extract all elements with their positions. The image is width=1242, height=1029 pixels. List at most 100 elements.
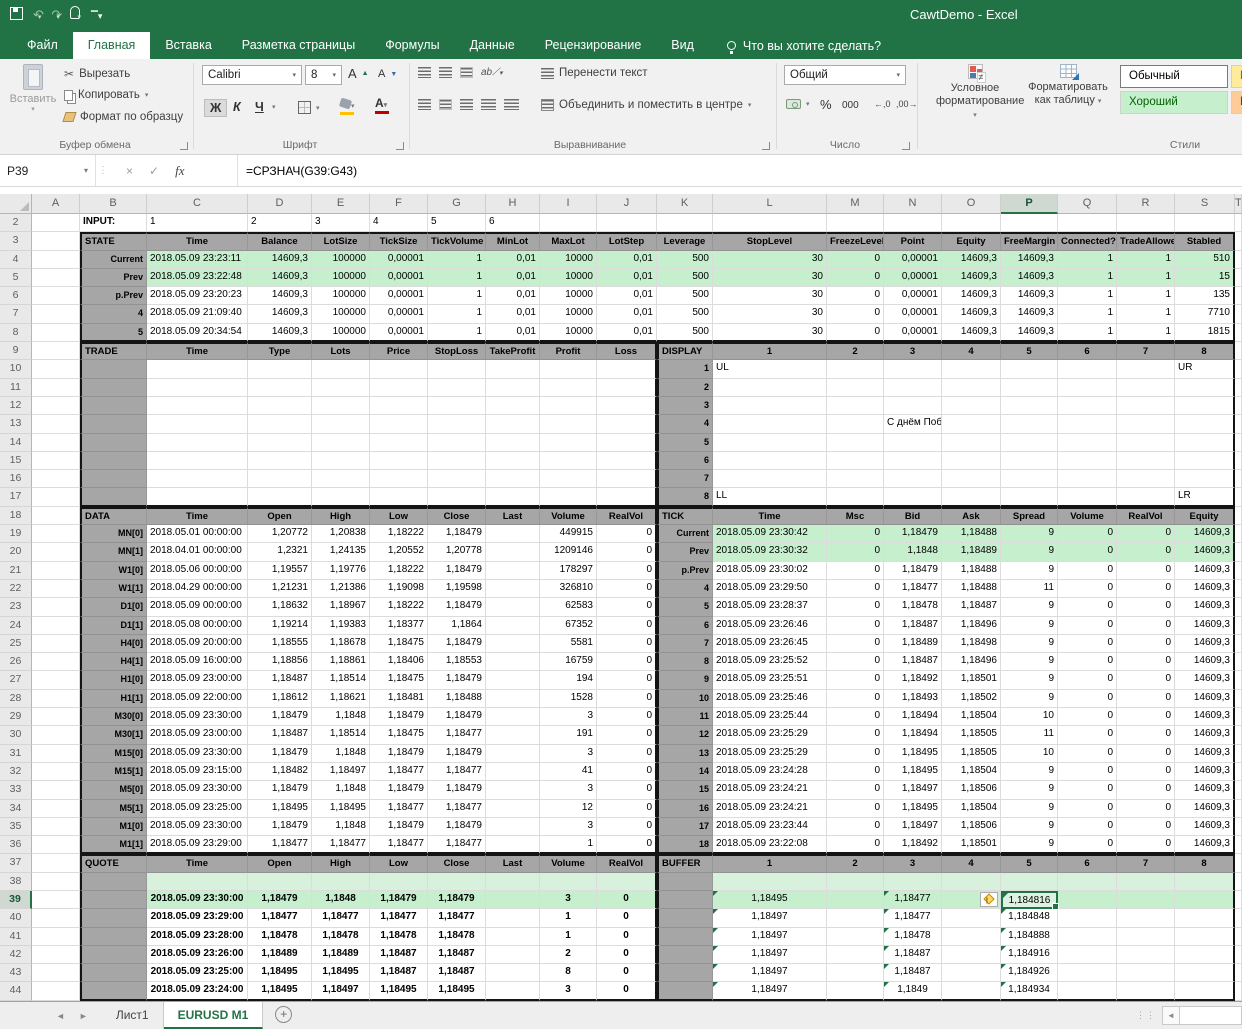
sheet-tab-EURUSD M1[interactable]: EURUSD M1: [164, 1002, 264, 1029]
cell-I35[interactable]: 3: [540, 818, 597, 836]
cell-I3[interactable]: MaxLot: [540, 232, 597, 250]
cell-I5[interactable]: 10000: [540, 269, 597, 287]
row-header-25[interactable]: 25: [0, 635, 32, 653]
cell-O37[interactable]: 4: [942, 854, 1001, 872]
cell-R31[interactable]: 0: [1117, 745, 1175, 763]
cell-S25[interactable]: 14609,3: [1175, 635, 1235, 653]
cell-A5[interactable]: [32, 269, 80, 287]
cell-O6[interactable]: 14609,3: [942, 287, 1001, 305]
cell-H13[interactable]: [486, 415, 540, 433]
cancel-icon[interactable]: ×: [126, 164, 133, 178]
cell-J31[interactable]: 0: [597, 745, 657, 763]
cell-O21[interactable]: 1,18488: [942, 562, 1001, 580]
cell-L16[interactable]: [713, 470, 827, 488]
cell-E21[interactable]: 1,19776: [312, 562, 370, 580]
cell-T22[interactable]: [1235, 580, 1242, 598]
row-header-29[interactable]: 29: [0, 708, 32, 726]
cell-B2[interactable]: INPUT:: [80, 214, 147, 232]
cell-D4[interactable]: 14609,3: [248, 251, 312, 269]
cell-G6[interactable]: 1: [428, 287, 486, 305]
save-icon[interactable]: [10, 5, 23, 27]
cell-F35[interactable]: 1,18479: [370, 818, 428, 836]
cell-I23[interactable]: 62583: [540, 598, 597, 616]
col-header-L[interactable]: L: [713, 194, 827, 214]
cell-C42[interactable]: 2018.05.09 23:26:00: [147, 946, 248, 964]
cell-T10[interactable]: [1235, 360, 1242, 378]
cell-J32[interactable]: 0: [597, 763, 657, 781]
cell-J36[interactable]: 0: [597, 836, 657, 854]
cell-S16[interactable]: [1175, 470, 1235, 488]
cell-D19[interactable]: 1,20772: [248, 525, 312, 543]
cell-I30[interactable]: 191: [540, 726, 597, 744]
cell-E35[interactable]: 1,1848: [312, 818, 370, 836]
cell-O34[interactable]: 1,18504: [942, 800, 1001, 818]
col-header-T[interactable]: T: [1235, 194, 1242, 214]
cell-L44[interactable]: 1,18497: [713, 982, 827, 1000]
cell-E27[interactable]: 1,18514: [312, 671, 370, 689]
select-all-corner[interactable]: [0, 194, 32, 214]
cell-G18[interactable]: Close: [428, 507, 486, 525]
increase-decimal-button[interactable]: ←,0: [874, 99, 891, 109]
cell-N41[interactable]: 1,18478: [884, 928, 942, 946]
cell-G28[interactable]: 1,18488: [428, 690, 486, 708]
cell-E43[interactable]: 1,18495: [312, 964, 370, 982]
cell-Q3[interactable]: Connected?: [1058, 232, 1117, 250]
cell-T42[interactable]: [1235, 946, 1242, 964]
cell-K8[interactable]: 500: [657, 324, 713, 342]
cell-R39[interactable]: [1117, 891, 1175, 909]
cell-A34[interactable]: [32, 800, 80, 818]
cell-K16[interactable]: 7: [657, 470, 713, 488]
cell-D8[interactable]: 14609,3: [248, 324, 312, 342]
undo-icon[interactable]: ↶▾: [33, 4, 41, 29]
row-header-24[interactable]: 24: [0, 617, 32, 635]
cell-R38[interactable]: [1117, 873, 1175, 891]
cell-B6[interactable]: p.Prev: [80, 287, 147, 305]
cell-Q25[interactable]: 0: [1058, 635, 1117, 653]
cell-K38[interactable]: [657, 873, 713, 891]
cell-E2[interactable]: 3: [312, 214, 370, 232]
row-header-30[interactable]: 30: [0, 726, 32, 744]
cell-C4[interactable]: 2018.05.09 23:23:11: [147, 251, 248, 269]
cell-H17[interactable]: [486, 488, 540, 506]
cell-G26[interactable]: 1,18553: [428, 653, 486, 671]
cell-P25[interactable]: 9: [1001, 635, 1058, 653]
cell-L14[interactable]: [713, 434, 827, 452]
cell-F2[interactable]: 4: [370, 214, 428, 232]
row-header-31[interactable]: 31: [0, 745, 32, 763]
cell-K41[interactable]: [657, 928, 713, 946]
cell-K3[interactable]: Leverage: [657, 232, 713, 250]
cell-R24[interactable]: 0: [1117, 617, 1175, 635]
cell-E33[interactable]: 1,1848: [312, 781, 370, 799]
cell-E28[interactable]: 1,18621: [312, 690, 370, 708]
cell-N5[interactable]: 0,00001: [884, 269, 942, 287]
cell-Q36[interactable]: 0: [1058, 836, 1117, 854]
cell-B9[interactable]: TRADE: [80, 342, 147, 360]
row-header-6[interactable]: 6: [0, 287, 32, 305]
cell-I27[interactable]: 194: [540, 671, 597, 689]
cell-S33[interactable]: 14609,3: [1175, 781, 1235, 799]
cell-L11[interactable]: [713, 379, 827, 397]
fill-color-button[interactable]: ▾: [340, 99, 355, 115]
cell-G33[interactable]: 1,18479: [428, 781, 486, 799]
col-header-F[interactable]: F: [370, 194, 428, 214]
cell-O19[interactable]: 1,18488: [942, 525, 1001, 543]
cell-T30[interactable]: [1235, 726, 1242, 744]
cell-M11[interactable]: [827, 379, 884, 397]
cell-H36[interactable]: [486, 836, 540, 854]
cell-I32[interactable]: 41: [540, 763, 597, 781]
cell-M19[interactable]: 0: [827, 525, 884, 543]
cell-J5[interactable]: 0,01: [597, 269, 657, 287]
cell-B33[interactable]: M5[0]: [80, 781, 147, 799]
cell-L42[interactable]: 1,18497: [713, 946, 827, 964]
cell-L35[interactable]: 2018.05.09 23:23:44: [713, 818, 827, 836]
cell-B21[interactable]: W1[0]: [80, 562, 147, 580]
row-header-5[interactable]: 5: [0, 269, 32, 287]
cell-S32[interactable]: 14609,3: [1175, 763, 1235, 781]
cell-H34[interactable]: [486, 800, 540, 818]
cell-B11[interactable]: [80, 379, 147, 397]
cell-M10[interactable]: [827, 360, 884, 378]
cell-K2[interactable]: [657, 214, 713, 232]
cell-B5[interactable]: Prev: [80, 269, 147, 287]
cell-F6[interactable]: 0,00001: [370, 287, 428, 305]
cell-P34[interactable]: 9: [1001, 800, 1058, 818]
